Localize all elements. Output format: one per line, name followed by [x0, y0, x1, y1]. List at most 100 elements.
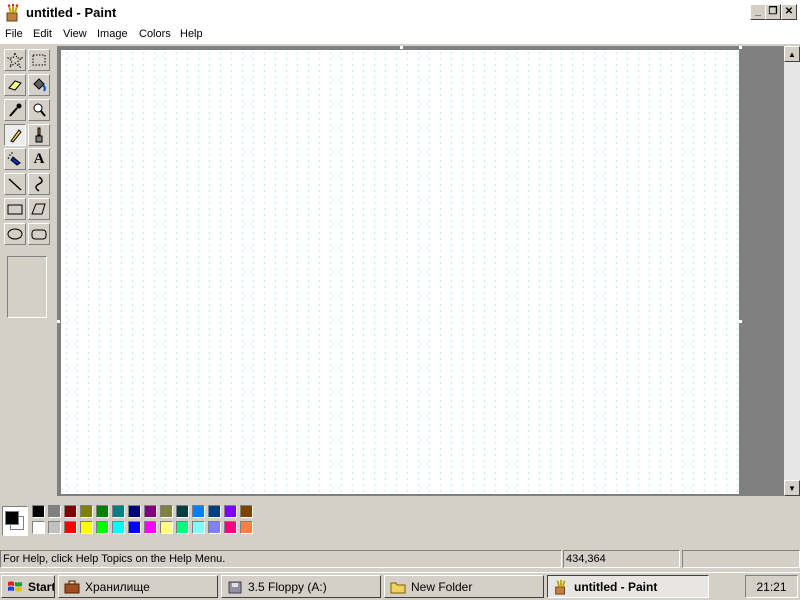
tool-line[interactable]: [4, 173, 26, 195]
taskbar-item-label: 3.5 Floppy (A:): [248, 579, 327, 594]
palette-swatch[interactable]: [208, 521, 221, 534]
vertical-scrollbar[interactable]: ▲ ▼: [784, 46, 800, 496]
windows-logo-icon: [8, 581, 22, 591]
eraser-icon: [8, 80, 22, 91]
resize-handle-top: [400, 46, 403, 49]
taskbar-item-label: Хранилище: [85, 579, 150, 594]
palette-swatch[interactable]: [80, 521, 93, 534]
palette-swatch[interactable]: [64, 505, 77, 518]
taskbar-item-label: untitled - Paint: [574, 579, 658, 594]
palette-swatch[interactable]: [32, 505, 45, 518]
palette-swatch[interactable]: [128, 521, 141, 534]
tool-rounded-rectangle[interactable]: [28, 223, 50, 245]
palette-swatch[interactable]: [160, 521, 173, 534]
tool-rectangle-select[interactable]: [28, 49, 50, 71]
scroll-up-arrow-icon[interactable]: ▲: [784, 46, 800, 62]
tool-rectangle[interactable]: [4, 198, 26, 220]
airbrush-icon: [7, 152, 21, 166]
taskbar-item-floppy[interactable]: 3.5 Floppy (A:): [221, 575, 381, 598]
palette-swatch[interactable]: [192, 521, 205, 534]
palette-swatch[interactable]: [224, 521, 237, 534]
tool-fill[interactable]: [28, 74, 50, 96]
tool-magnifier[interactable]: [28, 99, 50, 121]
minimize-button[interactable]: _: [750, 4, 766, 20]
rectangle-icon: [7, 204, 23, 215]
menu-help[interactable]: Help: [180, 28, 203, 40]
menu-colors[interactable]: Colors: [139, 28, 171, 40]
palette-swatch[interactable]: [224, 505, 237, 518]
magnifier-icon: [33, 103, 46, 117]
scroll-down-arrow-icon[interactable]: ▼: [784, 480, 800, 496]
tool-pencil[interactable]: [4, 124, 26, 146]
restore-button[interactable]: ❐: [765, 4, 781, 20]
rounded-rect-icon: [31, 229, 47, 240]
tool-brush[interactable]: [28, 124, 50, 146]
tool-pick-color[interactable]: [4, 99, 26, 121]
palette-swatch[interactable]: [48, 505, 61, 518]
tool-ellipse[interactable]: [4, 223, 26, 245]
menu-image[interactable]: Image: [97, 28, 128, 40]
palette-swatch[interactable]: [240, 521, 253, 534]
palette-swatch[interactable]: [240, 505, 253, 518]
palette-swatch[interactable]: [192, 505, 205, 518]
start-label: Start: [28, 579, 55, 594]
text-icon: A: [33, 150, 45, 167]
palette-swatch[interactable]: [48, 521, 61, 534]
paint-app-icon: [6, 4, 19, 22]
curve-icon: [35, 176, 43, 192]
palette-swatch[interactable]: [176, 521, 189, 534]
taskbar-item-label: New Folder: [411, 579, 473, 594]
palette-swatch[interactable]: [96, 505, 109, 518]
brush-icon: [35, 127, 43, 143]
menu-edit[interactable]: Edit: [33, 28, 52, 40]
palette-swatch[interactable]: [64, 521, 77, 534]
tool-text[interactable]: A: [28, 148, 50, 170]
taskbar: Start Хранилище 3.5 Floppy (A:) New Fold…: [0, 572, 800, 600]
eyedropper-icon: [9, 103, 22, 117]
palette-swatch[interactable]: [208, 505, 221, 518]
drawing-canvas[interactable]: [57, 46, 742, 494]
taskbar-item-new-folder[interactable]: New Folder: [384, 575, 544, 598]
status-size: [682, 550, 800, 568]
tool-polygon[interactable]: [28, 198, 50, 220]
palette-swatch[interactable]: [176, 505, 189, 518]
tool-free-form-select[interactable]: [4, 49, 26, 71]
tool-curve[interactable]: [28, 173, 50, 195]
resize-handle-right[interactable]: [739, 320, 742, 323]
window-title: untitled - Paint: [26, 5, 117, 20]
taskbar-item-paint[interactable]: untitled - Paint: [547, 575, 709, 598]
taskbar-item-storage[interactable]: Хранилище: [58, 575, 218, 598]
polygon-icon: [31, 203, 46, 215]
menu-file[interactable]: File: [5, 28, 23, 40]
palette-swatch[interactable]: [112, 521, 125, 534]
line-icon: [8, 178, 22, 191]
palette-swatch[interactable]: [80, 505, 93, 518]
tool-options-panel[interactable]: [7, 256, 47, 318]
palette-swatch[interactable]: [112, 505, 125, 518]
system-clock[interactable]: 21:21: [745, 575, 798, 598]
menu-view[interactable]: View: [63, 28, 87, 40]
close-button[interactable]: ✕: [781, 4, 797, 20]
tool-eraser[interactable]: [4, 74, 26, 96]
palette-swatch[interactable]: [32, 521, 45, 534]
menu-bar: File Edit View Image Colors Help: [0, 26, 800, 44]
floppy-drive-icon: [228, 581, 242, 593]
pencil-icon: [10, 129, 22, 143]
star-select-icon: [7, 52, 23, 68]
tool-airbrush[interactable]: [4, 148, 26, 170]
status-coordinates: 434,364: [563, 550, 680, 568]
folder-icon: [390, 582, 406, 593]
start-button[interactable]: Start: [1, 575, 55, 598]
title-bar[interactable]: untitled - Paint _ ❐ ✕: [0, 0, 800, 26]
rect-select-icon: [32, 54, 46, 66]
ellipse-icon: [7, 228, 23, 240]
status-bar: For Help, click Help Topics on the Help …: [0, 548, 800, 570]
palette-swatch[interactable]: [144, 521, 157, 534]
palette-swatch[interactable]: [96, 521, 109, 534]
briefcase-icon: [64, 580, 80, 593]
status-help-text: For Help, click Help Topics on the Help …: [0, 550, 562, 568]
palette-swatch[interactable]: [144, 505, 157, 518]
resize-handle-top-right: [739, 46, 742, 49]
palette-swatch[interactable]: [128, 505, 141, 518]
palette-swatch[interactable]: [160, 505, 173, 518]
